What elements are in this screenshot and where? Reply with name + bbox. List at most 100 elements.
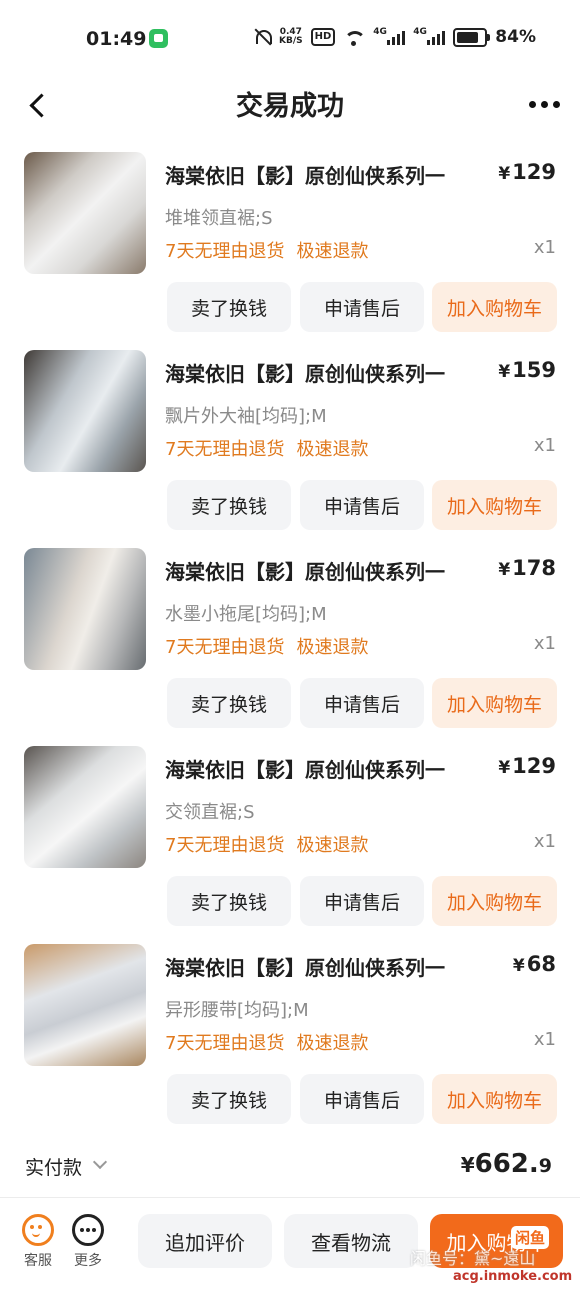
price-value: 178 xyxy=(512,556,556,580)
product-thumbnail[interactable] xyxy=(24,350,146,472)
product-quantity: x1 xyxy=(533,1029,556,1050)
product-name: 海棠依旧【影】原创仙侠系列一 xyxy=(165,758,445,782)
resell-button[interactable]: 卖了换钱 xyxy=(167,282,291,332)
chevron-down-icon xyxy=(92,1154,108,1170)
fast-refund-tag: 极速退款 xyxy=(296,241,369,262)
mute-bell-icon xyxy=(253,28,273,46)
service-tags: 7天无理由退货 极速退款 xyxy=(165,1029,368,1055)
return-policy-tag: 7天无理由退货 xyxy=(165,439,285,460)
order-item[interactable]: 海棠依旧【影】原创仙侠系列一 ¥129 堆堆领直裾;S 7天无理由退货 极速退款 … xyxy=(0,152,580,350)
message-app-icon xyxy=(149,29,168,48)
after-sales-button[interactable]: 申请售后 xyxy=(300,282,424,332)
sim2-type: 4G xyxy=(413,27,427,37)
product-quantity: x1 xyxy=(533,831,556,852)
sim1-type: 4G xyxy=(373,27,387,37)
more-button[interactable]: 更多 xyxy=(66,1214,110,1270)
total-amount: ¥662.9 xyxy=(461,1149,552,1179)
order-item[interactable]: 海棠依旧【影】原创仙侠系列一 ¥68 异形腰带[均码];M 7天无理由退货 极速退… xyxy=(0,944,580,1142)
product-price: ¥129 xyxy=(498,160,556,184)
site-watermark: acg.inmoke.com xyxy=(453,1269,573,1284)
total-amount-int: 662. xyxy=(474,1149,539,1179)
product-quantity: x1 xyxy=(533,435,556,456)
item-add-to-cart-button[interactable]: 加入购物车 xyxy=(432,480,557,530)
product-quantity: x1 xyxy=(533,237,556,258)
product-quantity: x1 xyxy=(533,633,556,654)
service-tags: 7天无理由退货 极速退款 xyxy=(165,435,368,461)
product-thumbnail[interactable] xyxy=(24,548,146,670)
item-add-to-cart-button[interactable]: 加入购物车 xyxy=(432,1074,557,1124)
total-amount-dec: 9 xyxy=(538,1155,552,1177)
after-sales-button[interactable]: 申请售后 xyxy=(300,1074,424,1124)
hd-icon: HD xyxy=(310,28,336,46)
after-sales-button[interactable]: 申请售后 xyxy=(300,876,424,926)
network-speed: 0.47 KB/S xyxy=(279,28,303,46)
item-add-to-cart-button[interactable]: 加入购物车 xyxy=(432,876,557,926)
product-spec: 水墨小拖尾[均码];M xyxy=(165,604,327,625)
resell-button[interactable]: 卖了换钱 xyxy=(167,876,291,926)
after-sales-button[interactable]: 申请售后 xyxy=(300,480,424,530)
price-value: 159 xyxy=(512,358,556,382)
status-icons: 0.47 KB/S HD 4G 4G 84% xyxy=(253,27,536,47)
order-item[interactable]: 海棠依旧【影】原创仙侠系列一 ¥159 飘片外大袖[均码];M 7天无理由退货极… xyxy=(0,350,580,548)
fast-refund-tag: 极速退款 xyxy=(296,835,369,856)
product-spec: 飘片外大袖[均码];M xyxy=(165,406,327,427)
seller-watermark: 闲鱼号：黛~遠山 xyxy=(410,1249,536,1268)
service-tags: 7天无理由退货 极速退款 xyxy=(165,237,368,263)
more-dots-icon xyxy=(72,1214,104,1246)
product-thumbnail[interactable] xyxy=(24,944,146,1066)
product-thumbnail[interactable] xyxy=(24,746,146,868)
return-policy-tag: 7天无理由退货 xyxy=(165,241,285,262)
price-currency: ¥ xyxy=(498,560,511,580)
return-policy-tag: 7天无理由退货 xyxy=(165,637,285,658)
status-time: 01:49 xyxy=(86,28,147,50)
price-currency: ¥ xyxy=(512,956,525,976)
customer-service-icon xyxy=(22,1214,54,1246)
price-value: 129 xyxy=(512,754,556,778)
product-price: ¥68 xyxy=(513,952,556,976)
product-price: ¥178 xyxy=(498,556,556,580)
product-thumbnail[interactable] xyxy=(24,152,146,274)
item-add-to-cart-button[interactable]: 加入购物车 xyxy=(432,678,557,728)
customer-service-button[interactable]: 客服 xyxy=(16,1214,60,1270)
product-name: 海棠依旧【影】原创仙侠系列一 xyxy=(165,164,445,188)
after-sales-button[interactable]: 申请售后 xyxy=(300,678,424,728)
return-policy-tag: 7天无理由退货 xyxy=(165,835,285,856)
fast-refund-tag: 极速退款 xyxy=(296,1033,369,1054)
page-title: 交易成功 xyxy=(236,91,344,122)
resell-button[interactable]: 卖了换钱 xyxy=(167,1074,291,1124)
fast-refund-tag: 极速退款 xyxy=(296,439,369,460)
price-currency: ¥ xyxy=(498,758,511,778)
price-currency: ¥ xyxy=(498,362,511,382)
order-item[interactable]: 海棠依旧【影】原创仙侠系列一 ¥178 水墨小拖尾[均码];M 7天无理由退货极… xyxy=(0,548,580,746)
order-item[interactable]: 海棠依旧【影】原创仙侠系列一 ¥129 交领直裾;S 7天无理由退货 极速退款 x… xyxy=(0,746,580,944)
customer-service-label: 客服 xyxy=(24,1253,52,1269)
item-add-to-cart-button[interactable]: 加入购物车 xyxy=(432,282,557,332)
service-tags: 7天无理由退货 极速退款 xyxy=(165,633,368,659)
more-label: 更多 xyxy=(74,1253,102,1269)
status-bar: 01:49 0.47 KB/S HD 4G 4G 84% xyxy=(0,0,580,70)
battery-icon xyxy=(453,27,491,47)
signal-icon-1: 4G xyxy=(373,27,406,45)
price-value: 68 xyxy=(526,952,556,976)
add-review-button[interactable]: 追加评价 xyxy=(138,1214,272,1268)
price-currency: ¥ xyxy=(498,164,511,184)
total-payment-row[interactable]: 实付款 ¥662.9 xyxy=(0,1145,580,1187)
resell-button[interactable]: 卖了换钱 xyxy=(167,678,291,728)
service-tags: 7天无理由退货 极速退款 xyxy=(165,831,368,857)
battery-percent: 84% xyxy=(495,27,536,47)
return-policy-tag: 7天无理由退货 xyxy=(165,1033,285,1054)
more-options-icon[interactable] xyxy=(529,101,560,108)
product-spec: 异形腰带[均码];M xyxy=(165,1000,309,1021)
net-speed-unit: KB/S xyxy=(279,36,303,46)
product-spec: 交领直裾;S xyxy=(165,802,255,823)
price-value: 129 xyxy=(512,160,556,184)
resell-button[interactable]: 卖了换钱 xyxy=(167,480,291,530)
view-logistics-button[interactable]: 查看物流 xyxy=(284,1214,418,1268)
total-label: 实付款 xyxy=(25,1157,83,1179)
wifi-icon xyxy=(343,29,367,46)
fast-refund-tag: 极速退款 xyxy=(296,637,369,658)
nav-bar: 交易成功 xyxy=(0,75,580,135)
product-spec: 堆堆领直裾;S xyxy=(165,208,273,229)
product-price: ¥129 xyxy=(498,754,556,778)
product-name: 海棠依旧【影】原创仙侠系列一 xyxy=(165,362,445,386)
